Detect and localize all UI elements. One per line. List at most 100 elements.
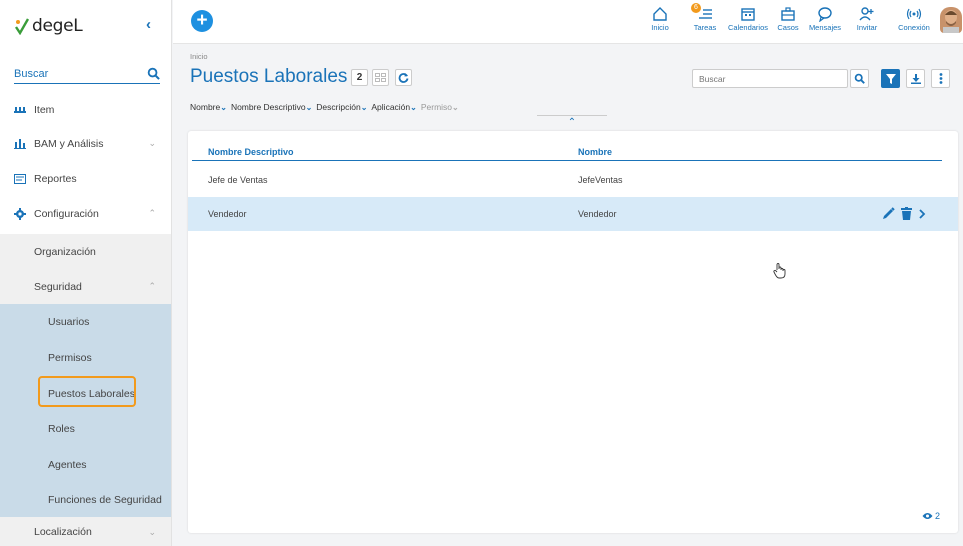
cell-nombre-descriptivo: Jefe de Ventas <box>208 175 268 185</box>
sidebar-item-permisos[interactable]: Permisos <box>0 340 171 376</box>
table-header: Nombre Descriptivo Nombre <box>192 143 942 161</box>
sidebar-item-label: Localización <box>34 526 92 538</box>
edit-icon[interactable] <box>882 207 895 220</box>
sidebar-item-label: Roles <box>48 423 75 435</box>
chevron-down-icon: ⌄ <box>305 103 313 112</box>
sidebar-item-label: Organización <box>34 245 96 258</box>
search-icon[interactable] <box>147 67 160 80</box>
user-avatar[interactable] <box>940 7 962 33</box>
invite-user-icon <box>859 7 874 21</box>
column-header-nombre[interactable]: Nombre <box>578 147 612 157</box>
page-title: Puestos Laborales <box>190 66 348 87</box>
sidebar-item-seguridad[interactable]: Seguridad ⌃ <box>0 269 171 304</box>
column-header-nombre-descriptivo[interactable]: Nombre Descriptivo <box>208 147 294 157</box>
views-count: 2 <box>935 511 941 521</box>
collapse-sidebar-button[interactable]: ‹ <box>146 16 151 33</box>
sidebar-item-label: BAM y Análisis <box>34 137 104 150</box>
sidebar-item-label: Seguridad <box>34 280 82 293</box>
sidebar-item-agentes[interactable]: Agentes <box>0 447 171 482</box>
sidebar-item-label: Permisos <box>48 352 92 364</box>
filter-nombre-descriptivo[interactable]: Nombre Descriptivo⌄ <box>231 102 312 112</box>
filter-permiso[interactable]: Permiso⌄ <box>421 102 459 112</box>
message-icon <box>818 7 832 22</box>
chevron-right-icon[interactable] <box>918 208 926 220</box>
search-button[interactable] <box>850 69 869 88</box>
sidebar: degeL ‹ Buscar Item BAM y Análisis ⌄ Rep… <box>0 0 172 546</box>
row-actions <box>882 207 926 220</box>
breadcrumb[interactable]: Inicio <box>190 52 208 61</box>
nav-casos-label: Casos <box>777 23 799 32</box>
chevron-up-icon: ⌃ <box>148 208 156 218</box>
table-row[interactable]: Vendedor Vendedor <box>188 197 958 231</box>
add-button[interactable]: + <box>191 10 213 32</box>
nav-conexion-label: Conexión <box>898 23 930 32</box>
search-input[interactable] <box>692 69 848 88</box>
views-counter: 2 <box>922 511 940 521</box>
nav-calendarios[interactable]: Calendarios <box>726 6 770 32</box>
sidebar-item-bam[interactable]: BAM y Análisis ⌄ <box>0 126 171 161</box>
sidebar-item-roles[interactable]: Roles <box>0 411 171 447</box>
calendar-icon <box>741 8 755 21</box>
sidebar-item-label: Item <box>34 103 55 116</box>
table-row[interactable]: Jefe de Ventas JefeVentas <box>188 163 958 197</box>
nav-tareas-label: Tareas <box>693 23 717 32</box>
chevron-down-icon: ⌄ <box>410 103 417 112</box>
sidebar-item-label: Configuración <box>34 207 99 220</box>
hand-cursor-icon <box>773 263 786 279</box>
filter-nombre[interactable]: Nombre⌄ <box>190 102 227 112</box>
bar-chart-icon <box>14 138 26 149</box>
more-options-button[interactable] <box>931 69 950 88</box>
sidebar-search[interactable]: Buscar <box>14 64 160 84</box>
gear-icon <box>14 207 26 220</box>
download-icon <box>910 73 921 84</box>
refresh-button[interactable] <box>395 69 412 86</box>
nav-conexion[interactable]: Conexión <box>892 6 936 32</box>
chevron-down-icon: ⌄ <box>148 138 156 148</box>
brand-name: degeL <box>32 16 83 36</box>
nav-inicio[interactable]: Inicio <box>638 6 682 32</box>
chevron-down-icon: ⌄ <box>452 103 459 112</box>
tasks-badge: 6 <box>691 3 701 13</box>
main-content: Inicio Puestos Laborales 2 Nombre⌄ Nombr… <box>173 44 963 546</box>
more-vertical-icon <box>939 73 942 84</box>
nav-invitar[interactable]: Invitar <box>845 6 889 32</box>
chevron-down-icon: ⌄ <box>220 103 227 112</box>
filter-label: Nombre <box>190 102 221 112</box>
logo-icon <box>15 18 30 35</box>
home-icon <box>653 7 667 21</box>
filter-aplicacion[interactable]: Aplicación⌄ <box>371 102 416 112</box>
filter-descripcion[interactable]: Descripción⌄ <box>316 102 367 112</box>
sidebar-item-organizacion[interactable]: Organización <box>0 234 171 269</box>
chevron-down-icon: ⌄ <box>148 526 156 537</box>
brand-logo[interactable]: degeL <box>14 14 83 38</box>
nav-tareas[interactable]: 6 Tareas <box>683 3 727 32</box>
collapse-filters-button[interactable]: ⌃ <box>537 115 607 128</box>
column-filters: Nombre⌄ Nombre Descriptivo⌄ Descripción⌄… <box>190 102 459 112</box>
record-count-badge: 2 <box>351 69 368 86</box>
trash-icon[interactable] <box>901 207 912 220</box>
filter-label: Aplicación <box>371 102 411 112</box>
sidebar-item-configuracion[interactable]: Configuración ⌃ <box>0 196 171 231</box>
sidebar-item-funciones-seguridad[interactable]: Funciones de Seguridad <box>0 482 171 517</box>
sidebar-item-localizacion[interactable]: Localización ⌄ <box>0 517 171 546</box>
filter-label: Descripción <box>316 102 361 112</box>
filter-button[interactable] <box>881 69 900 88</box>
search-icon <box>854 73 865 84</box>
filter-label: Permiso <box>420 102 453 112</box>
eye-icon <box>922 513 933 519</box>
cell-nombre-descriptivo: Vendedor <box>208 209 247 219</box>
nav-calendarios-label: Calendarios <box>727 23 769 32</box>
report-icon <box>14 173 26 185</box>
sidebar-item-usuarios[interactable]: Usuarios <box>0 304 171 340</box>
nav-mensajes-label: Mensajes <box>808 23 842 32</box>
chevron-up-icon: ⌃ <box>567 117 577 128</box>
download-button[interactable] <box>906 69 925 88</box>
layout-toggle-button[interactable] <box>372 69 389 86</box>
nav-mensajes[interactable]: Mensajes <box>803 6 847 32</box>
results-panel: Nombre Descriptivo Nombre Jefe de Ventas… <box>188 131 958 533</box>
filter-label: Nombre Descriptivo <box>230 102 306 112</box>
sidebar-item-item[interactable]: Item <box>0 92 171 127</box>
cell-nombre: JefeVentas <box>578 175 623 185</box>
sidebar-item-reportes[interactable]: Reportes <box>0 161 171 196</box>
sidebar-item-label: Usuarios <box>48 316 90 328</box>
